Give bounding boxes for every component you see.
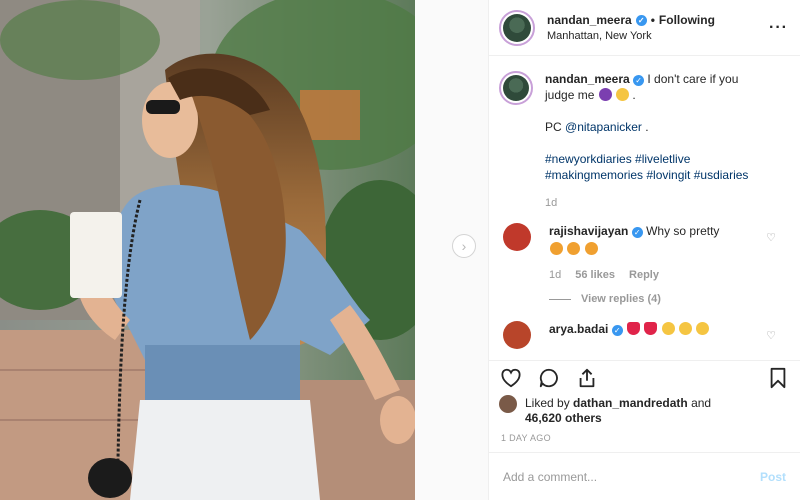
- more-horizontal-icon[interactable]: ···: [769, 19, 788, 37]
- post-comment-button[interactable]: Post: [760, 470, 786, 484]
- view-replies-button[interactable]: View replies (4): [549, 291, 769, 307]
- post-header: nandan_meera ✓ • Following Manhattan, Ne…: [489, 0, 800, 56]
- credit-tail: .: [645, 120, 649, 134]
- liker-avatar: [499, 395, 517, 413]
- reply-button[interactable]: Reply: [629, 267, 659, 283]
- comment-item: arya.badai ✓ ♡: [499, 321, 788, 349]
- post-timestamp: 1 DAY AGO: [501, 433, 551, 443]
- verified-badge-icon: ✓: [635, 14, 647, 26]
- bookmark-icon[interactable]: [766, 366, 790, 390]
- emoji-red-heart-icon: [644, 322, 658, 335]
- commenter-username[interactable]: rajishavijayan: [549, 224, 628, 238]
- post-side-panel: nandan_meera ✓ • Following Manhattan, Ne…: [488, 0, 800, 500]
- comment-time: 1d: [549, 269, 562, 281]
- comment-text: Why so pretty: [646, 224, 720, 238]
- post-image: [0, 0, 415, 500]
- liked-by-count[interactable]: 46,620 others: [525, 411, 602, 425]
- commenter-avatar[interactable]: [503, 223, 531, 251]
- emoji-purple-icon: [598, 88, 612, 101]
- view-replies-label: View replies (4): [581, 293, 661, 305]
- emoji-face-icon: [696, 322, 710, 335]
- commenter-avatar[interactable]: [503, 321, 531, 349]
- author-username[interactable]: nandan_meera: [547, 13, 632, 27]
- verified-badge-icon: ✓: [633, 75, 645, 86]
- comment-input[interactable]: [503, 469, 760, 484]
- caption-time: 1d: [545, 197, 558, 209]
- post-location[interactable]: Manhattan, New York: [547, 30, 769, 42]
- comment-like-heart-icon[interactable]: ♡: [766, 231, 776, 244]
- caption-hashtags[interactable]: #newyorkdiaries #liveletlive #makingmemo…: [545, 151, 765, 183]
- emoji-heart-eyes-icon: [567, 242, 581, 255]
- liked-by-middle: and: [691, 396, 712, 410]
- author-avatar[interactable]: [499, 9, 535, 46]
- separator-dot: •: [650, 13, 655, 27]
- comment-item: rajishavijayan ✓ Why so pretty 1d 56 lik…: [499, 223, 788, 307]
- credit-label: PC: [545, 120, 562, 134]
- caption-username[interactable]: nandan_meera: [545, 72, 630, 86]
- verified-badge-icon: ✓: [631, 227, 643, 238]
- post-caption: nandan_meera ✓ I don't care if you judge…: [499, 71, 788, 211]
- heart-icon[interactable]: [499, 366, 523, 390]
- emoji-red-heart-icon: [627, 322, 641, 335]
- emoji-heart-eyes-icon: [584, 242, 598, 255]
- add-comment-bar: Post: [489, 452, 800, 500]
- share-icon[interactable]: [575, 366, 599, 390]
- comment-icon[interactable]: [537, 366, 561, 390]
- comment-like-heart-icon[interactable]: ♡: [766, 329, 776, 342]
- emoji-face-icon: [616, 88, 630, 101]
- post-photo[interactable]: [0, 0, 415, 500]
- comments-section[interactable]: nandan_meera ✓ I don't care if you judge…: [489, 57, 800, 360]
- chevron-right-icon: ›: [461, 238, 467, 254]
- next-post-button[interactable]: ›: [452, 234, 476, 258]
- emoji-heart-eyes-icon: [550, 242, 563, 255]
- emoji-face-icon: [679, 322, 693, 335]
- comment-likes[interactable]: 56 likes: [575, 267, 615, 283]
- caption-author-avatar[interactable]: [499, 71, 533, 105]
- liked-by-summary[interactable]: Liked by dathan_mandredath and 46,620 ot…: [499, 395, 790, 426]
- verified-badge-icon: ✓: [611, 325, 623, 336]
- credit-handle-link[interactable]: @nitapanicker: [565, 120, 642, 134]
- post-actions: [489, 360, 800, 394]
- following-button[interactable]: Following: [659, 13, 715, 27]
- emoji-face-icon: [661, 322, 675, 335]
- liked-by-user[interactable]: dathan_mandredath: [573, 396, 688, 410]
- liked-by-prefix: Liked by: [525, 396, 570, 410]
- commenter-username[interactable]: arya.badai: [549, 322, 608, 336]
